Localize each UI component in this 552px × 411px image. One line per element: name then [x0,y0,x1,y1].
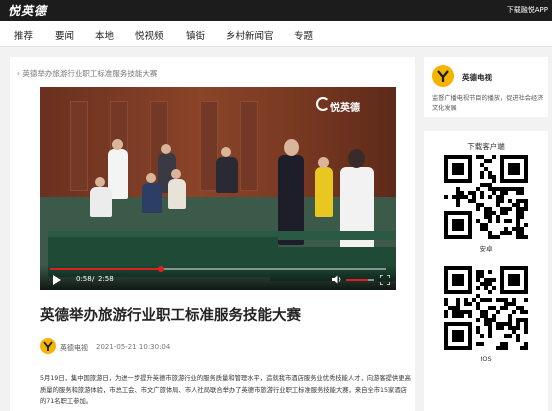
watermark-logo-icon [316,97,330,111]
download-card: 下载客户端 安卓 IOS [424,131,548,411]
site-logo[interactable]: 悦英德 [8,2,47,19]
progress-fill [50,268,161,270]
video-player[interactable]: 悦英德 0:58 / 2:58 [40,87,396,290]
volume-slider[interactable] [346,279,374,281]
channel-logo-icon [437,70,449,82]
nav-item-video[interactable]: 悦视频 [135,28,164,42]
time-separator: / [92,275,95,283]
video-scene-head [112,139,123,150]
article-panel: › 英德举办旅游行业职工标准服务技能大赛 悦英德 0:58 / 2:58 英德举… [10,57,415,411]
channel-avatar[interactable] [432,65,454,87]
video-scene-panel [240,101,258,191]
video-scene-head [221,147,231,157]
progress-bar[interactable] [50,266,386,272]
video-controls: 0:58 / 2:58 [40,265,396,290]
video-scene-panel [70,101,88,191]
channel-card: 英德电视 监督广播电视节目的播放，促进社会经济文化发展 [424,57,548,117]
top-bar: 悦英德 下载融悦APP [0,0,552,21]
nav-item-local[interactable]: 本地 [95,28,114,42]
video-scene-head [318,157,329,168]
video-scene-head [95,177,105,187]
article-title: 英德举办旅游行业职工标准服务技能大赛 [40,308,301,324]
channel-description: 监督广播电视节目的播放，促进社会经济文化发展 [432,95,544,112]
android-label: 安卓 [479,245,493,253]
channel-logo-icon [43,341,53,351]
breadcrumb-title[interactable]: 英德举办旅游行业职工标准服务技能大赛 [22,69,157,78]
video-scene-head [284,139,299,156]
author-avatar[interactable] [40,338,56,354]
publish-date: 2021-05-21 10:30:04 [96,343,171,351]
main-nav: 推荐 要闻 本地 悦视频 镇街 乡村新闻官 专题 [0,21,552,47]
author-name[interactable]: 英德电视 [60,343,88,353]
breadcrumb: › 英德举办旅游行业职工标准服务技能大赛 [17,68,157,79]
video-scene-head [161,144,171,154]
fullscreen-icon[interactable] [380,275,390,285]
nav-item-news[interactable]: 要闻 [55,28,74,42]
current-time: 0:58 [76,275,92,283]
duration: 2:58 [98,275,114,283]
video-scene-person [90,187,112,217]
video-scene-person [216,157,238,193]
play-icon[interactable] [53,275,61,285]
nav-item-towns[interactable]: 镇街 [186,28,205,42]
download-app-link[interactable]: 下载融悦APP [507,5,548,15]
ios-label: IOS [480,355,492,363]
video-scene-person [315,167,333,217]
android-qr-code-icon [444,155,528,239]
video-scene-head [348,149,365,168]
channel-name[interactable]: 英德电视 [462,72,492,83]
video-scene-head [171,169,181,179]
volume-fill [346,279,369,281]
video-watermark: 悦英德 [330,103,360,114]
ios-qr-code-icon [444,266,528,350]
progress-handle[interactable] [157,266,164,272]
nav-item-rural-news[interactable]: 乡村新闻官 [226,28,274,42]
article-body: 5月19日，集中国旅游日，为进一步提升英德市旅游行业的服务质量和管理水平，造就我… [40,375,411,405]
nav-item-recommend[interactable]: 推荐 [14,28,33,42]
volume-icon[interactable] [332,275,342,284]
nav-item-topics[interactable]: 专题 [294,28,313,42]
video-scene-person [142,183,162,213]
video-scene-head [146,173,156,183]
video-scene-person [168,179,186,209]
download-title: 下载客户端 [467,142,505,151]
